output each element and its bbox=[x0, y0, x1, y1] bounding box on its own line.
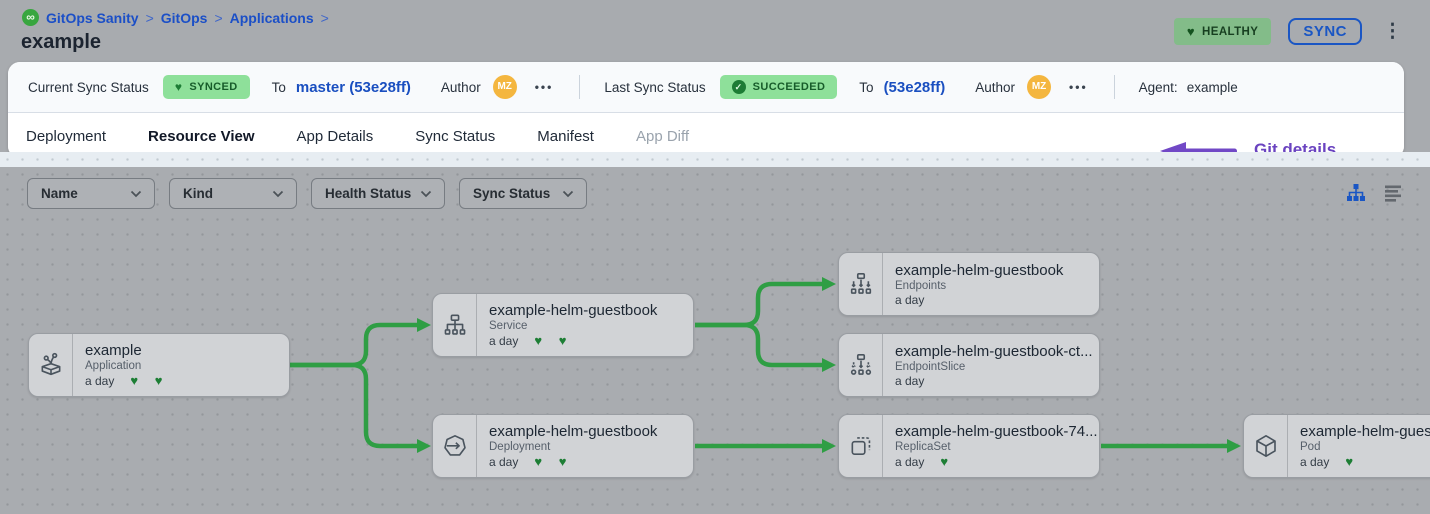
author-avatar: MZ bbox=[493, 75, 517, 99]
header-actions: ♥ HEALTHY SYNC ⋮ bbox=[1174, 18, 1406, 45]
node-endpointslice-guestbook[interactable]: example-helm-guestbook-ct... EndpointSli… bbox=[838, 333, 1100, 397]
node-age: a day bbox=[895, 374, 924, 388]
node-kind: Application bbox=[85, 360, 289, 372]
node-replicaset-guestbook[interactable]: example-helm-guestbook-74... ReplicaSet … bbox=[838, 414, 1100, 478]
list-view-icon[interactable] bbox=[1382, 182, 1404, 204]
health-filter-label: Health Status bbox=[325, 186, 411, 201]
sync-status-filter-dropdown[interactable]: Sync Status bbox=[459, 178, 587, 209]
node-age: a day bbox=[489, 455, 518, 469]
resource-view-page: { "breadcrumb": { "logo_icon": "gitops-l… bbox=[0, 0, 1430, 514]
kind-filter-dropdown[interactable]: Kind bbox=[169, 178, 297, 209]
canvas-top-strip bbox=[0, 152, 1430, 167]
heart-icon: ♥ bbox=[1187, 24, 1195, 39]
more-options-icon[interactable]: ••• bbox=[1069, 80, 1088, 94]
health-badge-label: HEALTHY bbox=[1202, 26, 1258, 38]
author-label: Author bbox=[441, 80, 481, 95]
divider bbox=[1114, 75, 1115, 99]
agent-value: example bbox=[1187, 80, 1238, 95]
sync-status-bar: Current Sync Status ♥ SYNCED To master (… bbox=[8, 62, 1404, 113]
gitops-logo-icon: ∞ bbox=[22, 9, 39, 26]
node-title: example-helm-guestbook bbox=[489, 423, 693, 440]
health-status-filter-dropdown[interactable]: Health Status bbox=[311, 178, 445, 209]
filter-bar: Name Kind Health Status Sync Status bbox=[27, 178, 587, 209]
breadcrumb-item-root[interactable]: GitOps Sanity bbox=[46, 10, 139, 26]
node-age: a day bbox=[895, 293, 924, 307]
chevron-down-icon bbox=[130, 190, 142, 198]
breadcrumb-separator: > bbox=[146, 10, 154, 26]
to-label: To bbox=[272, 80, 286, 95]
node-kind: Endpoints bbox=[895, 280, 1099, 292]
node-title: example-helm-guestbook bbox=[489, 302, 693, 319]
last-revision-link[interactable]: (53e28ff) bbox=[884, 79, 946, 96]
check-circle-icon: ✓ bbox=[732, 80, 746, 94]
application-icon bbox=[29, 334, 73, 396]
health-status-badge: ♥ HEALTHY bbox=[1174, 18, 1271, 45]
health-heart-icons: ♥ bbox=[940, 454, 948, 469]
node-kind: ReplicaSet bbox=[895, 441, 1099, 453]
breadcrumb-item-applications[interactable]: Applications bbox=[230, 10, 314, 26]
heart-icon: ♥ bbox=[175, 80, 183, 94]
health-heart-icons: ♥ bbox=[1345, 454, 1353, 469]
node-title: example-helm-guestbook bbox=[895, 262, 1099, 279]
node-title: example-helm-guestbook-ct... bbox=[895, 343, 1099, 360]
node-kind: Deployment bbox=[489, 441, 693, 453]
replicaset-icon bbox=[839, 415, 883, 477]
node-age: a day bbox=[1300, 455, 1329, 469]
agent-label: Agent: bbox=[1139, 80, 1178, 95]
sync-button[interactable]: SYNC bbox=[1288, 18, 1362, 45]
node-age: a day bbox=[489, 334, 518, 348]
service-icon bbox=[433, 294, 477, 356]
node-service-guestbook[interactable]: example-helm-guestbook Service a day ♥ ♥ bbox=[432, 293, 694, 357]
page-title: example bbox=[21, 31, 101, 54]
kebab-menu-icon[interactable]: ⋮ bbox=[1379, 19, 1406, 45]
node-endpoints-guestbook[interactable]: example-helm-guestbook Endpoints a day bbox=[838, 252, 1100, 316]
health-heart-icons: ♥ ♥ bbox=[534, 454, 566, 469]
chevron-down-icon bbox=[420, 190, 432, 198]
breadcrumb-separator: > bbox=[321, 10, 329, 26]
breadcrumb-separator: > bbox=[214, 10, 222, 26]
node-kind: EndpointSlice bbox=[895, 361, 1099, 373]
node-title: example-helm-guest bbox=[1300, 423, 1430, 440]
more-options-icon[interactable]: ••• bbox=[535, 80, 554, 94]
node-age: a day bbox=[895, 455, 924, 469]
app-status-panel: Current Sync Status ♥ SYNCED To master (… bbox=[8, 62, 1404, 158]
node-title: example bbox=[85, 342, 289, 359]
endpointslice-icon bbox=[839, 334, 883, 396]
chevron-down-icon bbox=[562, 190, 574, 198]
sync-filter-label: Sync Status bbox=[473, 186, 550, 201]
deployment-icon bbox=[433, 415, 477, 477]
divider bbox=[579, 75, 580, 99]
view-toggle bbox=[1345, 182, 1404, 204]
pod-icon bbox=[1244, 415, 1288, 477]
node-application-example[interactable]: example Application a day ♥ ♥ bbox=[28, 333, 290, 397]
tree-view-icon[interactable] bbox=[1345, 182, 1367, 204]
current-sync-label: Current Sync Status bbox=[28, 80, 149, 95]
succeeded-badge-label: SUCCEEDED bbox=[753, 81, 826, 93]
node-kind: Service bbox=[489, 320, 693, 332]
node-title: example-helm-guestbook-74... bbox=[895, 423, 1099, 440]
health-heart-icons: ♥ ♥ bbox=[534, 333, 566, 348]
last-sync-label: Last Sync Status bbox=[604, 80, 705, 95]
node-kind: Pod bbox=[1300, 441, 1430, 453]
node-deployment-guestbook[interactable]: example-helm-guestbook Deployment a day … bbox=[432, 414, 694, 478]
node-pod-guestbook[interactable]: example-helm-guest Pod a day ♥ bbox=[1243, 414, 1430, 478]
chevron-down-icon bbox=[272, 190, 284, 198]
breadcrumb: ∞ GitOps Sanity > GitOps > Applications … bbox=[22, 9, 329, 26]
author-avatar: MZ bbox=[1027, 75, 1051, 99]
health-heart-icons: ♥ ♥ bbox=[130, 373, 162, 388]
kind-filter-label: Kind bbox=[183, 186, 213, 201]
node-age: a day bbox=[85, 374, 114, 388]
succeeded-badge: ✓ SUCCEEDED bbox=[720, 75, 838, 99]
endpoints-icon bbox=[839, 253, 883, 315]
current-revision-link[interactable]: master (53e28ff) bbox=[296, 79, 411, 96]
author-label: Author bbox=[975, 80, 1015, 95]
name-filter-label: Name bbox=[41, 186, 78, 201]
name-filter-dropdown[interactable]: Name bbox=[27, 178, 155, 209]
breadcrumb-item-gitops[interactable]: GitOps bbox=[161, 10, 208, 26]
synced-badge: ♥ SYNCED bbox=[163, 75, 250, 99]
synced-badge-label: SYNCED bbox=[189, 81, 237, 93]
to-label: To bbox=[859, 80, 873, 95]
